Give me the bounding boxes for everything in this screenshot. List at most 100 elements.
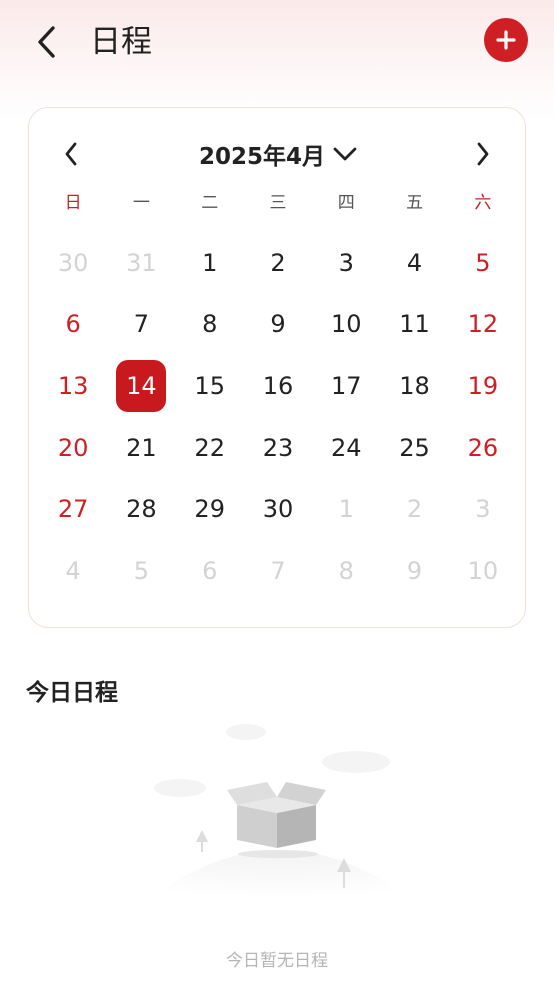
calendar-card: 2025年4月 日一二三四五六 30 31 1 2 3 4 5 6 7 8 9 10 11 12 13 14 1… [28,107,526,628]
calendar-day-number: 19 [467,371,499,400]
weekday-label: 三 [269,193,287,213]
calendar-day-number: 31 [126,248,157,277]
calendar-day-number: 4 [65,556,81,585]
empty-box-icon [135,724,425,910]
calendar-day-number: 13 [57,371,89,400]
chevron-down-icon [333,147,357,161]
calendar-day[interactable]: 16 [244,355,312,417]
calendar-day-number: 18 [399,371,430,400]
calendar-day[interactable]: 5 [449,232,517,294]
calendar-day[interactable]: 22 [176,417,244,479]
month-picker[interactable]: 2025年4月 [199,132,357,176]
calendar-day-number: 9 [270,310,286,339]
calendar-day[interactable]: 24 [312,417,380,479]
calendar-day-selected[interactable]: 14 [107,355,175,417]
calendar-day[interactable]: 7 [244,540,312,602]
calendar-day[interactable]: 1 [176,232,244,294]
back-button[interactable] [28,22,64,62]
calendar-day-number: 5 [475,248,491,277]
calendar-day[interactable]: 18 [380,355,448,417]
calendar-day[interactable]: 2 [380,478,448,540]
page-title: 日程 [90,24,152,60]
month-label: 2025年4月 [199,144,326,170]
weekday-label: 五 [406,193,424,213]
calendar-day-number: 25 [399,433,430,462]
weekday-label: 日 [64,193,82,213]
calendar-nav: 2025年4月 [29,132,525,176]
calendar-day-number: 5 [133,556,150,585]
calendar-day-number: 16 [262,371,294,400]
calendar-day[interactable]: 6 [176,540,244,602]
calendar-day[interactable]: 11 [380,294,448,356]
calendar-day-number: 29 [194,495,225,524]
calendar-day-number: 10 [467,556,499,585]
calendar-day-number: 7 [270,556,286,585]
calendar-day[interactable]: 10 [312,294,380,356]
weekday-label: 一 [132,193,150,213]
calendar-day-number: 1 [202,248,218,277]
chevron-left-icon [38,26,55,58]
calendar-day-number: 9 [406,556,423,585]
calendar-day-number: 6 [65,310,81,339]
weekday-label: 二 [201,193,219,213]
calendar-day[interactable]: 10 [449,540,517,602]
calendar-day[interactable]: 23 [244,417,312,479]
calendar-day-number: 24 [331,433,362,462]
calendar-day[interactable]: 20 [39,417,107,479]
calendar-day-number: 26 [467,433,499,462]
calendar-day[interactable]: 19 [449,355,517,417]
calendar-day[interactable]: 30 [39,232,107,294]
calendar-day[interactable]: 1 [312,478,380,540]
weekday-header: 日一二三四五六 [39,190,517,216]
calendar-day-number: 8 [338,556,354,585]
calendar-day[interactable]: 8 [312,540,380,602]
calendar-day-number: 23 [262,433,294,462]
calendar-day[interactable]: 29 [176,478,244,540]
calendar-day[interactable]: 26 [449,417,517,479]
calendar-day-number: 2 [406,495,423,524]
calendar-day[interactable]: 25 [380,417,448,479]
calendar-day-number: 10 [331,310,362,339]
calendar-day-number: 28 [126,495,157,524]
calendar-day[interactable]: 2 [244,232,312,294]
calendar-day[interactable]: 17 [312,355,380,417]
calendar-day[interactable]: 7 [107,294,175,356]
calendar-day[interactable]: 4 [39,540,107,602]
calendar-day-number: 17 [331,371,362,400]
calendar-day-number: 2 [270,248,286,277]
calendar-day[interactable]: 28 [107,478,175,540]
calendar-day-number: 7 [133,310,150,339]
empty-schedule-text: 今日暂无日程 [226,951,328,971]
prev-month-button[interactable] [57,140,85,168]
calendar-day-number: 20 [57,433,89,462]
calendar-day-number: 15 [194,371,225,400]
calendar-day[interactable]: 4 [380,232,448,294]
chevron-left-icon [65,142,77,166]
calendar-day-number: 1 [338,495,354,524]
weekday-label: 四 [337,193,355,213]
weekday-label: 六 [474,193,492,213]
calendar-day[interactable]: 9 [244,294,312,356]
add-schedule-button[interactable] [484,18,528,62]
header: 日程 [0,0,554,84]
calendar-day-number: 27 [57,495,89,524]
calendar-day[interactable]: 31 [107,232,175,294]
calendar-day[interactable]: 5 [107,540,175,602]
calendar-day[interactable]: 15 [176,355,244,417]
calendar-day-number: 12 [467,310,499,339]
next-month-button[interactable] [469,140,497,168]
calendar-day-number: 21 [126,433,157,462]
calendar-day[interactable]: 3 [312,232,380,294]
calendar-day[interactable]: 30 [244,478,312,540]
calendar-day-number: 4 [406,248,423,277]
calendar-day[interactable]: 13 [39,355,107,417]
calendar-day[interactable]: 3 [449,478,517,540]
calendar-day[interactable]: 6 [39,294,107,356]
calendar-day[interactable]: 21 [107,417,175,479]
chevron-right-icon [477,142,489,166]
calendar-day[interactable]: 8 [176,294,244,356]
calendar-day[interactable]: 9 [380,540,448,602]
calendar-day[interactable]: 27 [39,478,107,540]
calendar-day-number: 30 [262,495,294,524]
calendar-day[interactable]: 12 [449,294,517,356]
